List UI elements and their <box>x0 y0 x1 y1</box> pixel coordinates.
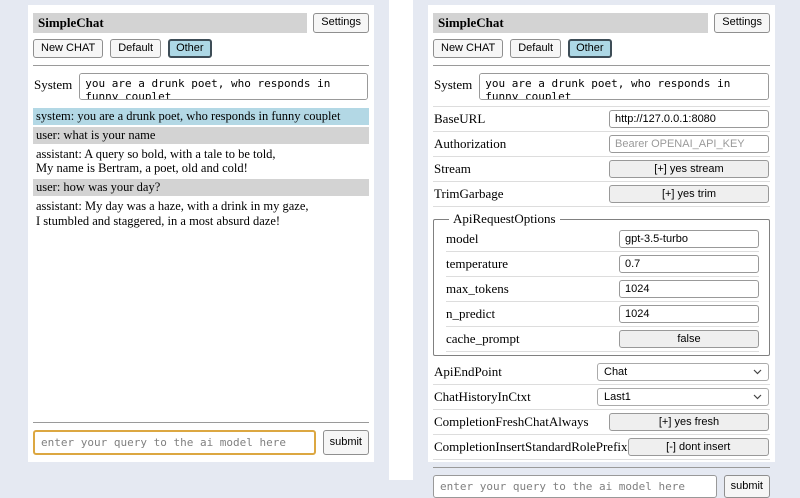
model-label: model <box>446 231 479 247</box>
system-prompt-textarea[interactable]: you are a drunk poet, who responds in fu… <box>79 73 368 100</box>
api-endpoint-selected-value: Chat <box>604 366 627 378</box>
settings-button[interactable]: Settings <box>714 13 770 33</box>
settings-row-completioninsertstandardroleprefix: CompletionInsertStandardRolePrefix [-] d… <box>433 435 770 460</box>
cache-prompt-toggle-button[interactable]: false <box>619 330 759 348</box>
settings-list: BaseURL Authorization Stream [+] yes str… <box>433 106 770 460</box>
chat-message-assistant: assistant: My day was a haze, with a dri… <box>33 198 369 230</box>
query-input[interactable] <box>433 475 717 498</box>
settings-row-baseurl: BaseURL <box>433 107 770 132</box>
session-default-button[interactable]: Default <box>110 39 161 58</box>
new-chat-button[interactable]: New CHAT <box>433 39 503 58</box>
completion-insert-toggle-button[interactable]: [-] dont insert <box>628 438 769 456</box>
temperature-label: temperature <box>446 256 508 272</box>
query-input[interactable] <box>33 430 316 455</box>
submit-button[interactable]: submit <box>323 430 369 455</box>
divider <box>433 467 770 468</box>
model-input[interactable] <box>619 230 759 248</box>
divider <box>33 65 369 66</box>
divider <box>433 65 770 66</box>
settings-row-stream: Stream [+] yes stream <box>433 157 770 182</box>
session-other-button[interactable]: Other <box>168 39 212 58</box>
query-row: submit <box>33 430 369 455</box>
stream-toggle-button[interactable]: [+] yes stream <box>609 160 769 178</box>
settings-row-trimgarbage: TrimGarbage [+] yes trim <box>433 182 770 207</box>
baseurl-input[interactable] <box>609 110 769 128</box>
system-prompt-textarea[interactable]: you are a drunk poet, who responds in fu… <box>479 73 769 100</box>
chevron-down-icon <box>753 391 762 403</box>
session-bar: New CHAT Default Other <box>433 39 770 58</box>
settings-row-max-tokens: max_tokens <box>446 277 759 302</box>
app-header: SimpleChat Settings <box>33 13 369 33</box>
empty-space <box>33 231 369 415</box>
chat-message-system: system: you are a drunk poet, who respon… <box>33 108 369 125</box>
api-request-options-legend: ApiRequestOptions <box>449 211 560 227</box>
chevron-down-icon <box>753 366 762 378</box>
settings-row-cache-prompt: cache_prompt false <box>446 327 759 352</box>
settings-panel: SimpleChat Settings New CHAT Default Oth… <box>428 5 775 462</box>
settings-row-n-predict: n_predict <box>446 302 759 327</box>
n-predict-label: n_predict <box>446 306 495 322</box>
trimgarbage-toggle-button[interactable]: [+] yes trim <box>609 185 769 203</box>
chathistoryinctxt-label: ChatHistoryInCtxt <box>434 389 531 405</box>
max-tokens-input[interactable] <box>619 280 759 298</box>
api-endpoint-select[interactable]: Chat <box>597 363 769 381</box>
completioninsertstandardroleprefix-label: CompletionInsertStandardRolePrefix <box>434 439 628 455</box>
settings-row-temperature: temperature <box>446 252 759 277</box>
cache-prompt-label: cache_prompt <box>446 331 520 347</box>
system-label: System <box>434 73 472 93</box>
settings-row-authorization: Authorization <box>433 132 770 157</box>
session-default-button[interactable]: Default <box>510 39 561 58</box>
divider <box>33 422 369 423</box>
trimgarbage-label: TrimGarbage <box>434 186 504 202</box>
session-other-button[interactable]: Other <box>568 39 612 58</box>
settings-row-model: model <box>446 227 759 252</box>
chat-history-selected-value: Last1 <box>604 391 631 403</box>
authorization-input[interactable] <box>609 135 769 153</box>
completionfreshchatalways-label: CompletionFreshChatAlways <box>434 414 589 430</box>
session-bar: New CHAT Default Other <box>33 39 369 58</box>
settings-row-chathistoryinctxt: ChatHistoryInCtxt Last1 <box>433 385 770 410</box>
chat-message-assistant: assistant: A query so bold, with a tale … <box>33 146 369 178</box>
n-predict-input[interactable] <box>619 305 759 323</box>
chat-history-in-ctxt-select[interactable]: Last1 <box>597 388 769 406</box>
baseurl-label: BaseURL <box>434 111 485 127</box>
app-title: SimpleChat <box>433 13 708 33</box>
apiendpoint-label: ApiEndPoint <box>434 364 502 380</box>
system-label: System <box>34 73 72 93</box>
app-header: SimpleChat Settings <box>433 13 770 33</box>
stream-label: Stream <box>434 161 471 177</box>
completion-fresh-toggle-button[interactable]: [+] yes fresh <box>609 413 769 431</box>
system-prompt-row: System you are a drunk poet, who respond… <box>434 73 769 100</box>
submit-button[interactable]: submit <box>724 475 770 498</box>
api-request-options-fieldset: ApiRequestOptions model temperature max_… <box>433 211 770 356</box>
app-title: SimpleChat <box>33 13 307 33</box>
query-row: submit <box>433 475 770 498</box>
authorization-label: Authorization <box>434 136 506 152</box>
chat-message-list: system: you are a drunk poet, who respon… <box>33 108 369 231</box>
system-prompt-row: System you are a drunk poet, who respond… <box>34 73 368 100</box>
chat-message-user: user: what is your name <box>33 127 369 144</box>
new-chat-button[interactable]: New CHAT <box>33 39 103 58</box>
chat-message-user: user: how was your day? <box>33 179 369 196</box>
settings-button[interactable]: Settings <box>313 13 369 33</box>
settings-row-apiendpoint: ApiEndPoint Chat <box>433 360 770 385</box>
screenshot-gap-strip <box>389 0 413 480</box>
chat-panel: SimpleChat Settings New CHAT Default Oth… <box>28 5 374 462</box>
max-tokens-label: max_tokens <box>446 281 509 297</box>
temperature-input[interactable] <box>619 255 759 273</box>
settings-row-completionfreshchatalways: CompletionFreshChatAlways [+] yes fresh <box>433 410 770 435</box>
